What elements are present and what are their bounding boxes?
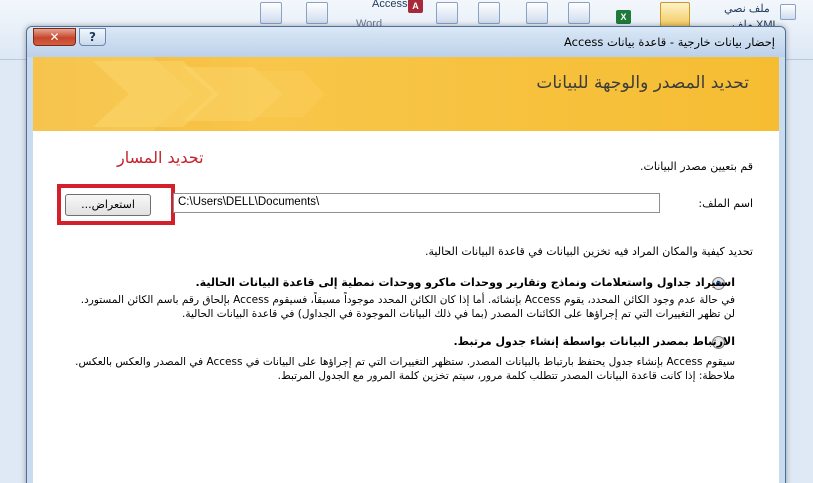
- link-option-description: سيقوم Access بإنشاء جدول يحتفظ بارتباط ب…: [75, 356, 735, 382]
- dialog-content: تحديد المصدر والوجهة للبيانات تحديد المس…: [33, 57, 779, 483]
- excel-export-icon[interactable]: X: [616, 10, 631, 24]
- access-icon[interactable]: A: [408, 0, 423, 13]
- text-file-icon[interactable]: [436, 2, 458, 24]
- select-path-annotation: تحديد المسار: [117, 148, 204, 167]
- odbc-icon[interactable]: [526, 2, 548, 24]
- header-banner: تحديد المصدر والوجهة للبيانات: [33, 57, 779, 131]
- close-button[interactable]: ✕: [33, 28, 76, 46]
- document-icon[interactable]: [306, 2, 328, 24]
- link-option-title[interactable]: الارتباط بمصدر البيانات بواسطة إنشاء جدو…: [453, 335, 735, 348]
- excel-icon[interactable]: [260, 2, 282, 24]
- import-dialog: ✕ ? إحضار بيانات خارجية - قاعدة بيانات A…: [26, 26, 786, 483]
- text-file-small-icon[interactable]: [780, 4, 796, 20]
- dialog-titlebar[interactable]: ✕ ? إحضار بيانات خارجية - قاعدة بيانات A…: [27, 27, 785, 57]
- dialog-title: إحضار بيانات خارجية - قاعدة بيانات Acces…: [563, 35, 775, 49]
- import-option-title[interactable]: استيراد جداول واستعلامات ونماذج وتقارير …: [196, 276, 736, 289]
- banner-arrows-graphic: [33, 57, 325, 131]
- import-option-description: في حالة عدم وجود الكائن المحدد، يقوم Acc…: [80, 294, 735, 320]
- file-name-input[interactable]: C:\Users\DELL\Documents\: [173, 193, 660, 213]
- help-button[interactable]: ?: [79, 28, 106, 46]
- storage-question: تحديد كيفية والمكان المراد فيه تخزين الب…: [425, 245, 753, 258]
- file-name-label: اسم الملف:: [698, 197, 753, 210]
- browse-button[interactable]: استعراض...: [65, 194, 151, 216]
- ribbon-access-label[interactable]: Access: [372, 0, 407, 10]
- ribbon-text-file-label[interactable]: ملف نصي: [724, 2, 770, 15]
- sharepoint-icon[interactable]: [478, 2, 500, 24]
- instruction-text: قم بتعيين مصدر البيانات.: [640, 160, 753, 173]
- list-icon[interactable]: [568, 2, 590, 24]
- folder-arrow-icon[interactable]: [660, 2, 690, 28]
- banner-title: تحديد المصدر والوجهة للبيانات: [536, 73, 749, 93]
